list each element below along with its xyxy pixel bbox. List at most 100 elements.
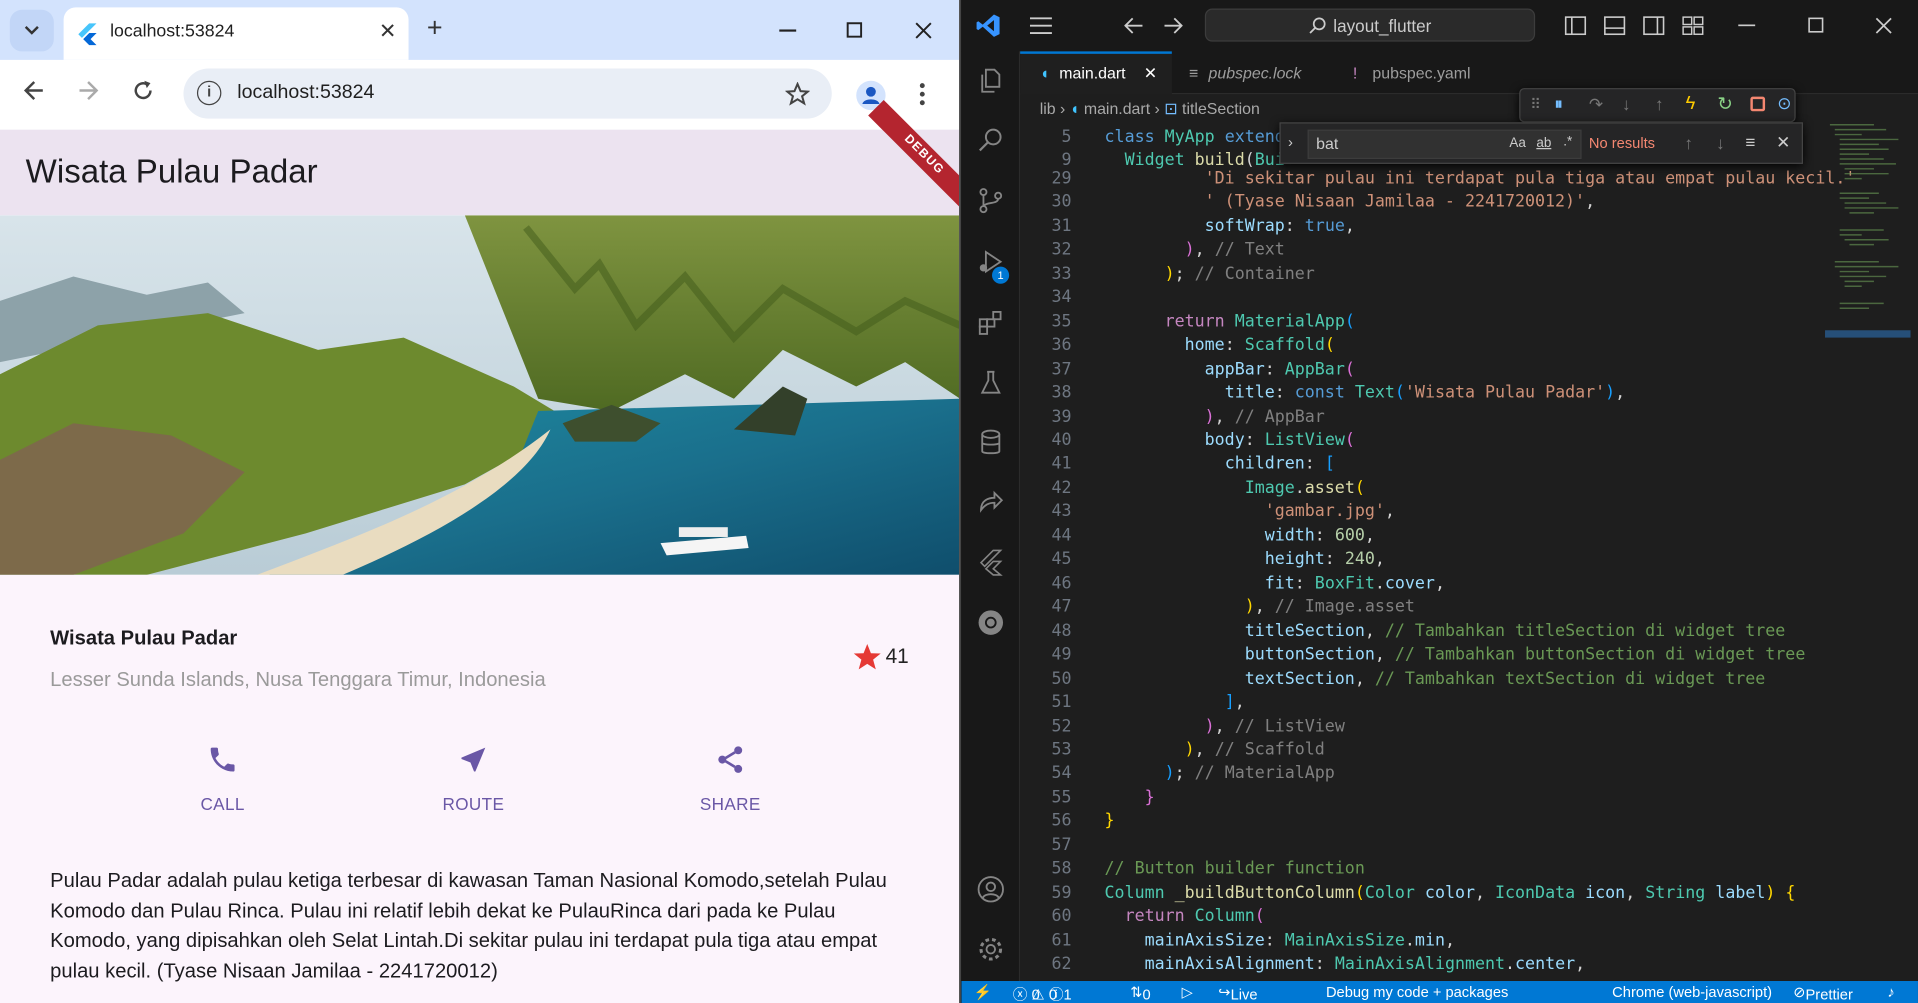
- rating-count: 41: [885, 644, 909, 668]
- toggle-sidebar-icon[interactable]: [1564, 16, 1587, 36]
- forward-icon[interactable]: [77, 80, 99, 102]
- toggle-replace-icon[interactable]: ›: [1288, 133, 1293, 150]
- tab-label: pubspec.yaml: [1372, 63, 1471, 82]
- customize-layout-icon[interactable]: [1682, 16, 1704, 36]
- previous-match-icon[interactable]: ↑: [1684, 133, 1693, 153]
- device-selector[interactable]: Chrome (web-javascript): [1612, 983, 1772, 1000]
- address-bar[interactable]: i localhost:53824: [183, 68, 832, 119]
- navigation-icon: [461, 747, 486, 772]
- workspace-name: layout_flutter: [1333, 15, 1432, 36]
- share-button[interactable]: SHARE: [675, 744, 785, 814]
- tab-strip: localhost:53824 ✕ +: [0, 0, 959, 60]
- back-icon[interactable]: [23, 80, 45, 102]
- tab-pubspec-lock[interactable]: ≡ pubspec.lock: [1172, 51, 1319, 94]
- new-tab-button[interactable]: +: [427, 12, 443, 44]
- close-find-icon[interactable]: ✕: [1776, 132, 1790, 153]
- stop-icon[interactable]: [1750, 96, 1766, 112]
- vs-close-icon[interactable]: [1875, 17, 1892, 34]
- find-input[interactable]: bat Aa ab .*: [1307, 129, 1582, 160]
- browser-tab[interactable]: localhost:53824 ✕: [63, 7, 409, 60]
- next-match-icon[interactable]: ↓: [1716, 133, 1725, 153]
- toggle-secondary-sidebar-icon[interactable]: [1643, 16, 1665, 36]
- ports-indicator[interactable]: ⇅ 0: [1130, 983, 1150, 1003]
- find-widget: › bat Aa ab .* No results ↑ ↓ ≡ ✕: [1279, 122, 1803, 164]
- maximize-icon[interactable]: [846, 22, 863, 38]
- nav-forward-icon[interactable]: [1163, 17, 1183, 34]
- route-label: ROUTE: [442, 793, 505, 814]
- call-button[interactable]: CALL: [168, 744, 278, 813]
- step-over-icon[interactable]: ↷: [1589, 94, 1603, 115]
- tab-main-dart[interactable]: ◖ main.dart ✕: [1020, 51, 1172, 95]
- place-description: Pulau Padar adalah pulau ketiga terbesar…: [50, 869, 887, 982]
- devtools-icon[interactable]: ⊙: [1777, 93, 1791, 114]
- extensions-icon[interactable]: [976, 308, 1005, 337]
- share-label: SHARE: [699, 793, 761, 814]
- toggle-panel-icon[interactable]: [1604, 16, 1626, 36]
- reload-icon[interactable]: [132, 80, 154, 102]
- drag-handle-icon[interactable]: ⠿: [1530, 95, 1541, 112]
- place-title: Wisata Pulau Padar: [50, 627, 238, 650]
- whole-word-toggle[interactable]: ab: [1536, 136, 1551, 151]
- minimize-icon[interactable]: [779, 29, 797, 32]
- find-result: No results: [1588, 134, 1656, 152]
- restart-icon[interactable]: ↻: [1717, 93, 1732, 115]
- place-location: Lesser Sunda Islands, Nusa Tenggara Timu…: [50, 669, 546, 692]
- dart-file-icon: ◖: [1039, 63, 1050, 82]
- app-bar-title: Wisata Pulau Padar: [25, 152, 318, 190]
- debug-run-icon[interactable]: ▷: [1182, 983, 1193, 1000]
- bookmark-star-icon[interactable]: [785, 81, 810, 106]
- share-icon: [718, 746, 743, 773]
- live-share-status[interactable]: ↪ Live Share: [1218, 983, 1257, 1003]
- file-icon: ≡: [1188, 63, 1199, 82]
- close-tab-icon[interactable]: ✕: [1144, 54, 1157, 93]
- star-icon: [853, 644, 881, 670]
- yaml-file-icon: !: [1352, 63, 1358, 82]
- pause-icon[interactable]: ⏸: [1555, 94, 1563, 114]
- step-into-icon[interactable]: ↓: [1622, 94, 1631, 114]
- vs-maximize-icon[interactable]: [1808, 17, 1824, 33]
- close-window-icon[interactable]: [915, 22, 932, 39]
- nav-back-icon[interactable]: [1124, 17, 1144, 34]
- accounts-icon[interactable]: [976, 875, 1005, 904]
- vs-minimize-icon[interactable]: [1738, 24, 1756, 27]
- source-control-icon[interactable]: [976, 186, 1005, 215]
- find-in-selection-icon[interactable]: ≡: [1746, 132, 1756, 152]
- activity-bar: 1: [961, 51, 1021, 982]
- url-text[interactable]: localhost:53824: [237, 82, 374, 104]
- vscode-titlebar: layout_flutter: [961, 0, 1918, 52]
- database-icon[interactable]: [976, 428, 1005, 457]
- debug-target[interactable]: Debug my code + packages: [1326, 983, 1508, 1000]
- notifications-bell-icon[interactable]: ♪: [1887, 983, 1894, 1000]
- step-out-icon[interactable]: ↑: [1655, 94, 1664, 114]
- manage-gear-icon[interactable]: [976, 935, 1005, 964]
- flutter-icon[interactable]: [976, 548, 1005, 577]
- vscode-window: layout_flutter 1 ◖ main.dart ✕ ≡ pubspec…: [961, 0, 1918, 1003]
- regex-toggle[interactable]: .*: [1563, 135, 1572, 150]
- more-menu-icon[interactable]: [919, 82, 926, 106]
- phone-icon: [210, 747, 235, 772]
- explorer-icon[interactable]: [976, 66, 1005, 95]
- app-body: Wisata Pulau Padar Lesser Sunda Islands,…: [0, 574, 959, 1003]
- live-share-icon[interactable]: [976, 488, 1005, 517]
- route-button[interactable]: ROUTE: [418, 744, 528, 814]
- vscode-logo-icon: [976, 14, 1000, 37]
- menu-icon[interactable]: [1029, 17, 1052, 34]
- kubernetes-icon[interactable]: [976, 608, 1005, 637]
- code-editor[interactable]: 5 class MyApp extend 9 Widget build(Bui 2…: [1020, 124, 1855, 980]
- debug-badge: 1: [992, 266, 1010, 284]
- minimap[interactable]: [1825, 120, 1911, 365]
- tab-search-button[interactable]: [9, 9, 54, 52]
- hot-reload-icon[interactable]: ϟ: [1686, 93, 1696, 114]
- search-view-icon[interactable]: [976, 126, 1005, 155]
- status-bar: ⚡ ⓧ 0 ⚠ 0 ⓘ 1 ⇅ 0 ▷ ↪ Live Share Debug m…: [961, 981, 1918, 1003]
- tab-pubspec-yaml[interactable]: ! pubspec.yaml: [1319, 51, 1490, 94]
- remote-icon[interactable]: ⚡: [974, 983, 992, 1000]
- command-center-search[interactable]: layout_flutter: [1204, 8, 1536, 42]
- testing-icon[interactable]: [976, 368, 1005, 397]
- site-info-icon[interactable]: i: [196, 80, 222, 106]
- close-tab-icon[interactable]: ✕: [379, 20, 396, 44]
- prettier-status[interactable]: ⊘ Prettier: [1793, 983, 1853, 1003]
- tab-title: localhost:53824: [110, 22, 235, 42]
- match-case-toggle[interactable]: Aa: [1509, 136, 1525, 151]
- problems-indicator[interactable]: ⓧ 0 ⚠ 0 ⓘ 1: [1013, 983, 1072, 1003]
